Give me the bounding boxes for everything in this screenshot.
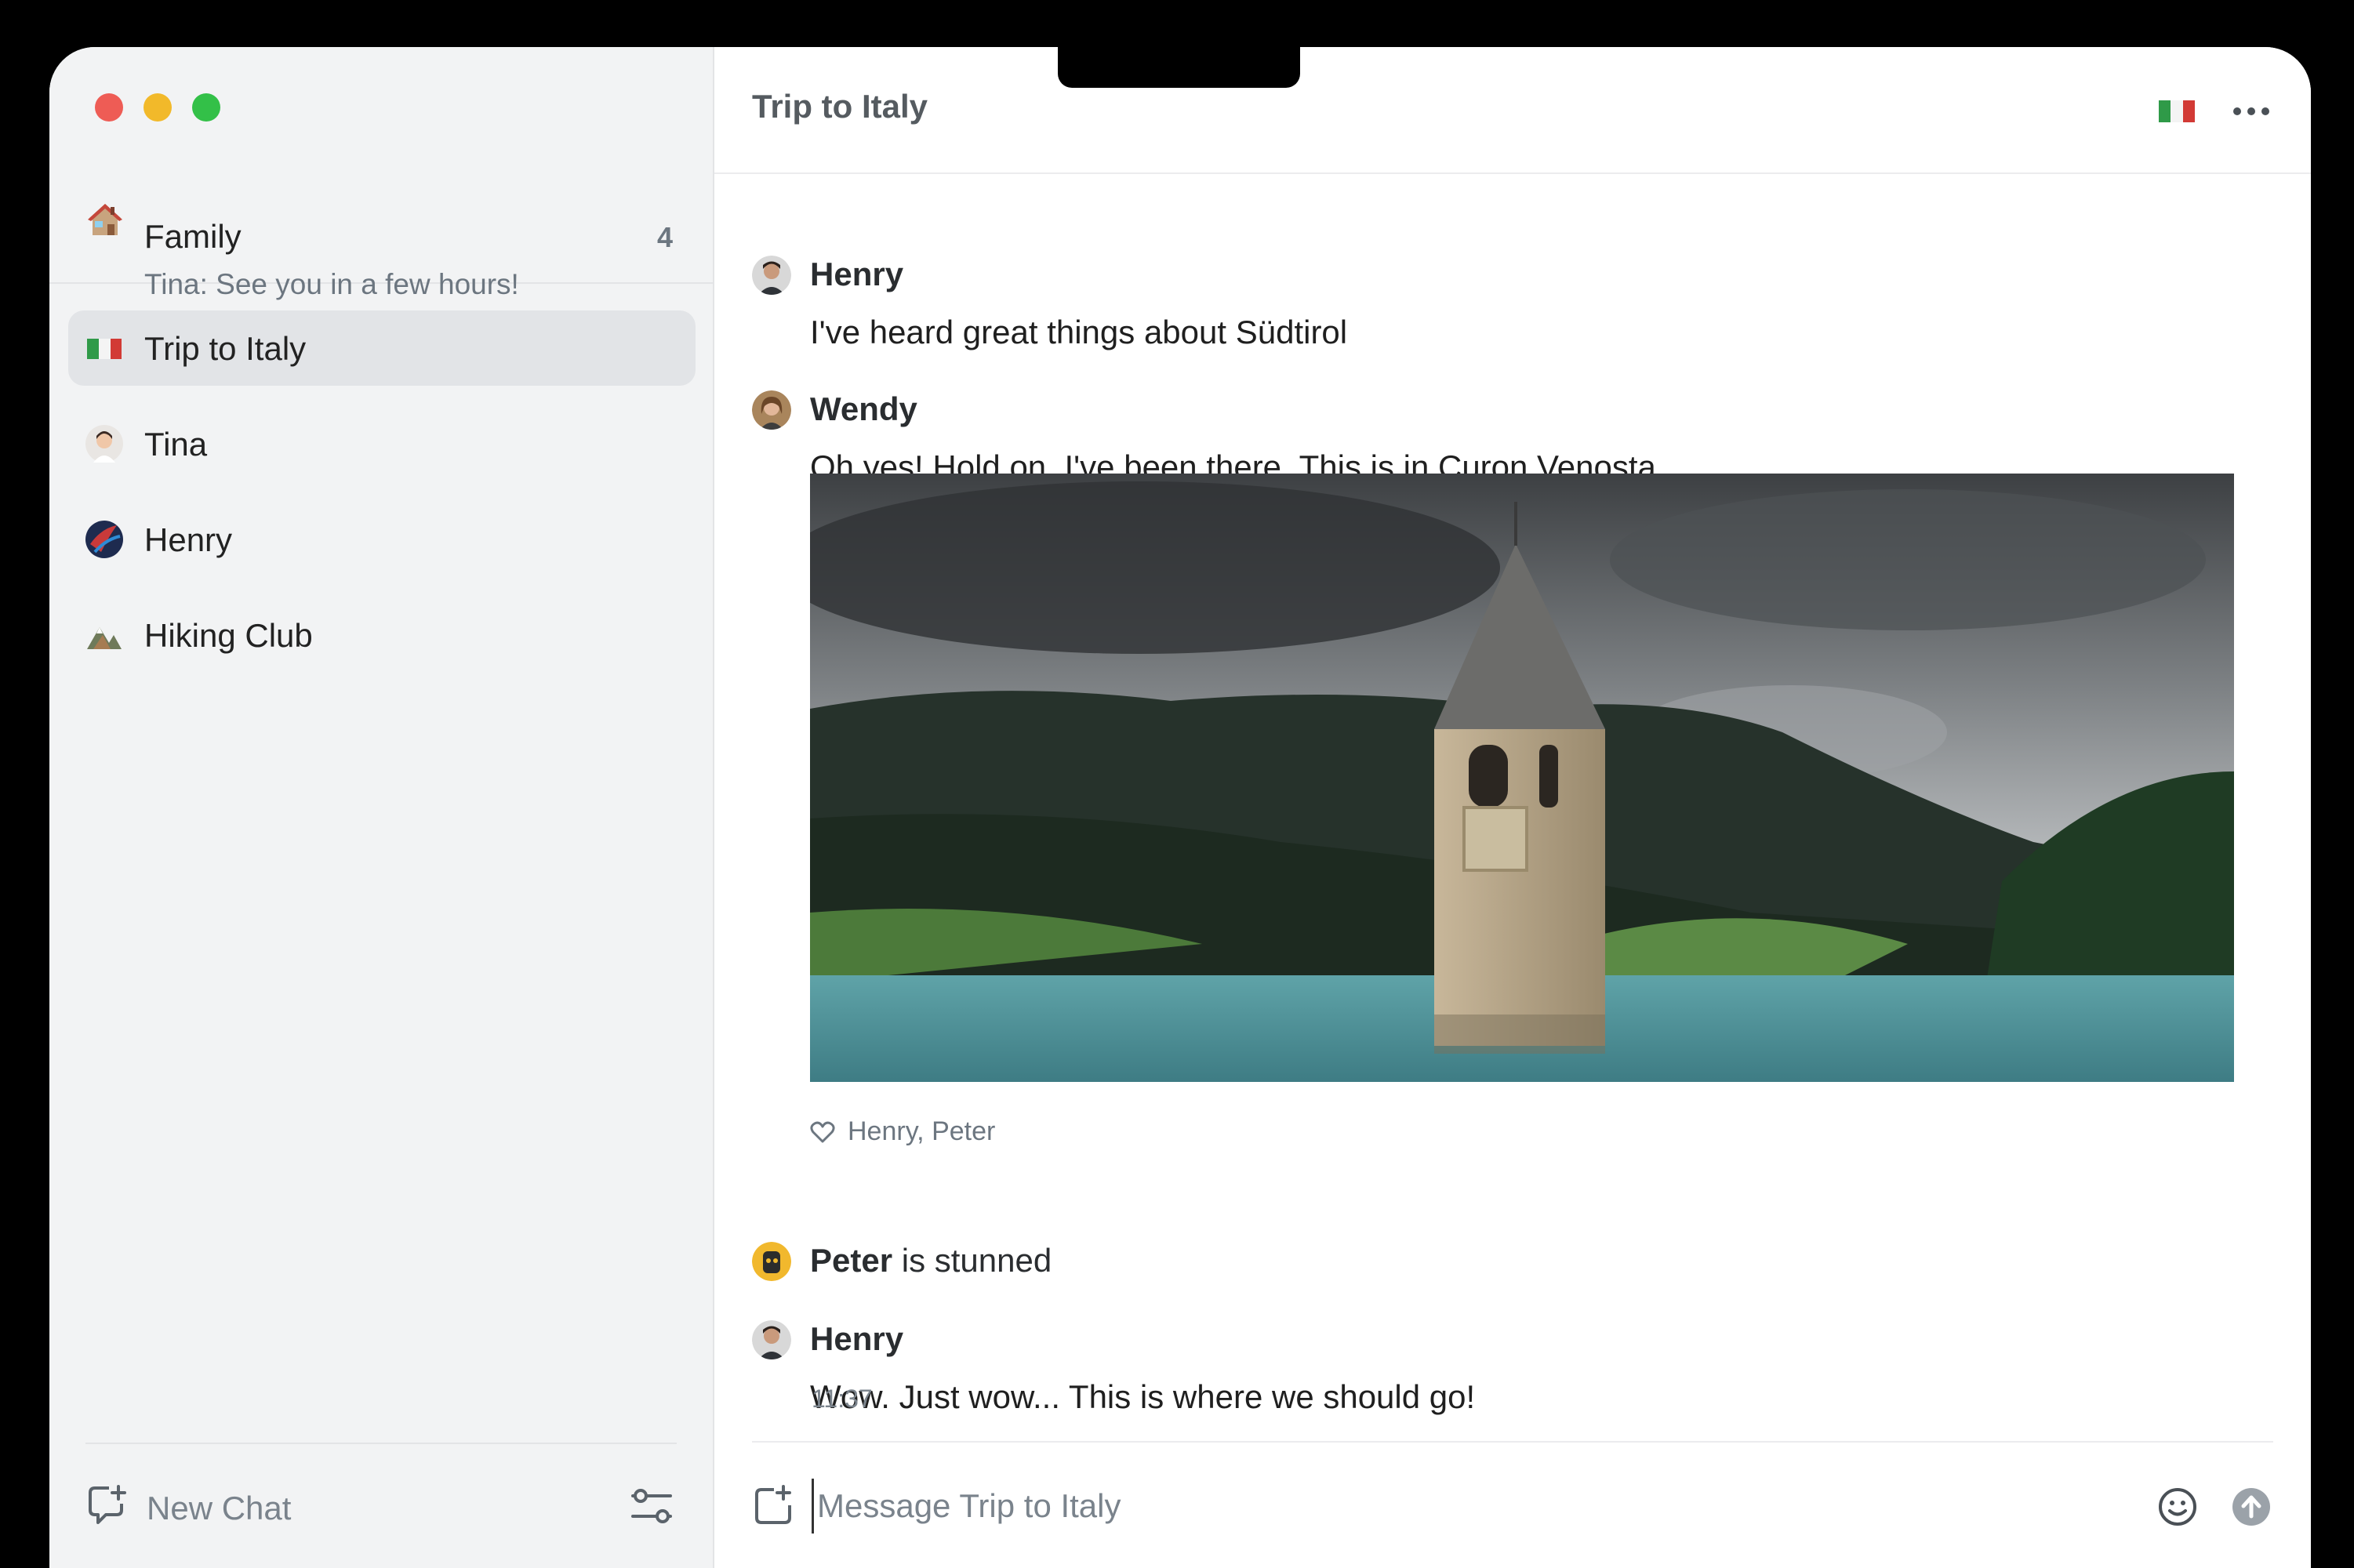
status-text: is stunned <box>901 1242 1052 1279</box>
chat-title: Trip to Italy <box>752 88 928 125</box>
italy-flag-icon <box>87 339 122 359</box>
henry-avatar <box>752 1320 791 1359</box>
reaction-names: Henry, Peter <box>848 1116 996 1146</box>
attach-icon[interactable] <box>752 1485 794 1527</box>
emoji-icon[interactable] <box>2157 1486 2198 1527</box>
sidebar-item-trip-to-italy[interactable]: Trip to Italy <box>68 310 696 386</box>
chat-label: Hiking Club <box>144 617 313 654</box>
unread-count-badge: 4 <box>657 221 674 253</box>
family-last-message: Tina: See you in a few hours! <box>144 268 519 300</box>
message-sender: Henry <box>810 256 904 292</box>
peter-avatar <box>752 1242 791 1281</box>
sidebar-footer: New Chat <box>85 1443 677 1568</box>
sidebar-item-tina[interactable]: Tina <box>68 406 696 481</box>
sidebar: Family 4 Tina: See you in a few hours! T… <box>49 47 714 1568</box>
shared-photo-curon-venosta[interactable] <box>810 474 2234 1082</box>
more-icon[interactable] <box>2229 96 2273 127</box>
message-sender: Henry <box>810 1320 904 1357</box>
app-window: Family 4 Tina: See you in a few hours! T… <box>49 47 2311 1568</box>
message-timestamp: 11:37 <box>812 1385 873 1413</box>
house-emoji-icon <box>88 204 122 235</box>
send-icon[interactable] <box>2231 1486 2272 1527</box>
chat-label: Trip to Italy <box>144 330 307 367</box>
mountain-icon <box>87 627 122 649</box>
heart-icon <box>810 1121 835 1143</box>
henry-avatar <box>752 256 791 295</box>
close-window-button[interactable] <box>95 93 123 122</box>
tina-avatar <box>85 425 123 463</box>
message-text: Wow. Just wow... This is where we should… <box>810 1378 1476 1415</box>
italy-flag-icon <box>2159 100 2195 122</box>
message-text: I've heard great things about Südtirol <box>810 314 1348 350</box>
zoom-window-button[interactable] <box>192 93 220 122</box>
wendy-avatar <box>752 390 791 430</box>
camera-notch <box>1058 47 1300 88</box>
device-frame: Family 4 Tina: See you in a few hours! T… <box>0 0 2354 1568</box>
filter-icon[interactable] <box>630 1486 674 1526</box>
message-input[interactable] <box>812 1479 2129 1534</box>
status-line: Peter is stunned <box>810 1242 1052 1279</box>
sidebar-item-henry[interactable]: Henry <box>68 502 696 577</box>
new-chat-button[interactable]: New Chat <box>147 1490 291 1527</box>
sidebar-item-family[interactable]: Family 4 Tina: See you in a few hours! <box>49 165 713 300</box>
chat-pane: Trip to Italy Henry I've heard great thi… <box>714 47 2311 1568</box>
minimize-window-button[interactable] <box>143 93 172 122</box>
sidebar-item-hiking-club[interactable]: Hiking Club <box>68 597 696 673</box>
new-chat-icon[interactable] <box>85 1483 129 1527</box>
henry-avatar <box>85 521 123 558</box>
family-chat-name: Family <box>144 218 242 255</box>
message-sender: Wendy <box>810 390 917 427</box>
chat-label: Tina <box>144 426 208 463</box>
status-sender: Peter <box>810 1242 893 1279</box>
message-composer <box>752 1441 2273 1568</box>
chat-label: Henry <box>144 521 233 558</box>
chat-header: Trip to Italy <box>714 47 2311 174</box>
